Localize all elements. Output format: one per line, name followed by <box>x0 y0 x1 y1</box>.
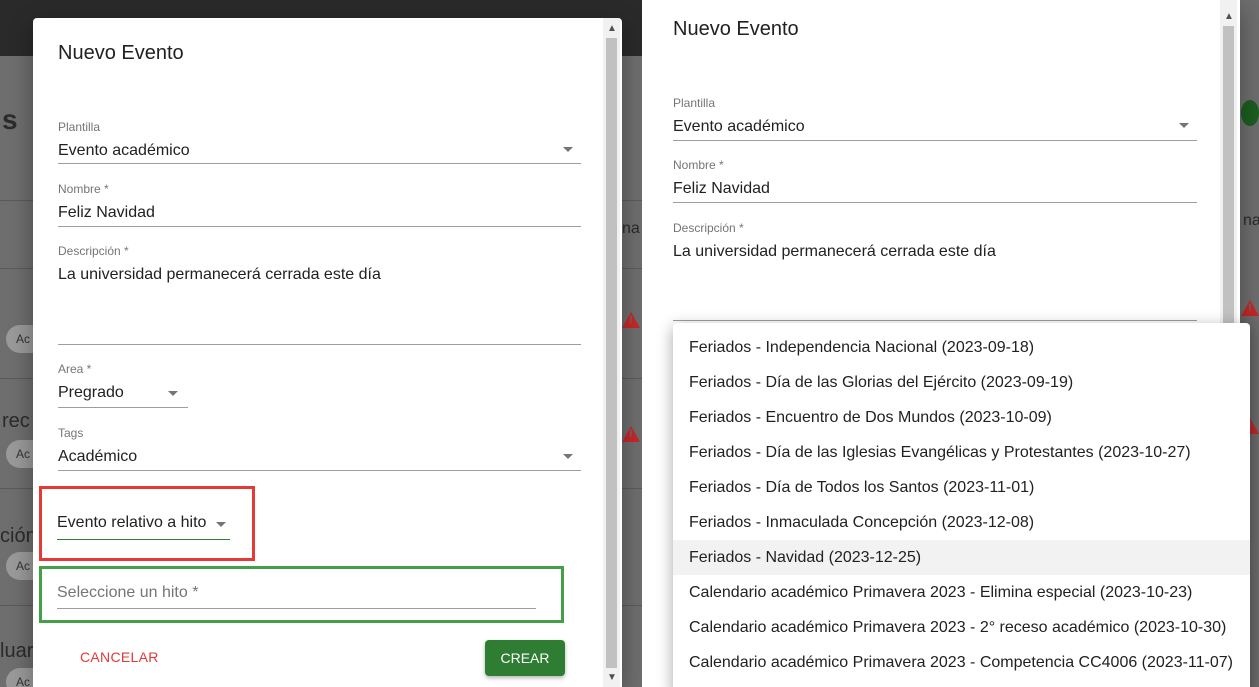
hito-option[interactable]: Feriados - Encuentro de Dos Mundos (2023… <box>673 400 1250 435</box>
field-underline <box>57 539 230 540</box>
descripcion-label: Descripción * <box>673 221 744 235</box>
hito-options-dropdown: Feriados - Independencia Nacional (2023-… <box>673 323 1250 687</box>
descripcion-value: La universidad permanecerá cerrada este … <box>673 243 996 260</box>
scroll-up-icon[interactable]: ▲ <box>607 24 617 34</box>
nombre-field[interactable]: Nombre * Feliz Navidad <box>673 158 1197 203</box>
field-underline <box>58 163 581 164</box>
chevron-down-icon[interactable] <box>1179 123 1189 128</box>
scroll-down-icon[interactable]: ▼ <box>607 673 617 683</box>
nombre-label: Nombre * <box>673 158 724 172</box>
descripcion-label: Descripción * <box>58 244 129 258</box>
hito-option[interactable]: Feriados - Día de las Iglesias Evangélic… <box>673 435 1250 470</box>
new-event-dialog: Nuevo Evento Plantilla Evento académico … <box>33 18 622 687</box>
scroll-up-icon[interactable]: ▲ <box>1224 12 1234 22</box>
hito-option[interactable]: Feriados - Día de Todos los Santos (2023… <box>673 470 1250 505</box>
hito-placeholder: Seleccione un hito * <box>57 584 199 601</box>
hito-option[interactable]: Calendario académico Primavera 2023 - 2°… <box>673 610 1250 645</box>
hito-option[interactable]: Calendario académico Primavera 2023 - El… <box>673 575 1250 610</box>
left-screenshot-panel: s na Ac rec Ac ción Ac luar Ac Nuevo Eve… <box>0 0 642 687</box>
chevron-down-icon[interactable] <box>168 391 178 396</box>
field-underline <box>58 470 581 471</box>
nombre-value: Feliz Navidad <box>673 180 770 197</box>
field-underline <box>58 344 581 345</box>
hito-option[interactable]: Feriados - Día de las Glorias del Ejérci… <box>673 365 1250 400</box>
plantilla-value: Evento académico <box>673 118 805 135</box>
warning-icon <box>622 312 640 328</box>
hito-option-hovered[interactable]: Feriados - Navidad (2023-12-25) <box>673 540 1250 575</box>
chevron-down-icon[interactable] <box>563 454 573 459</box>
tipo-evento-value: Evento relativo a hito <box>57 514 207 531</box>
tags-value: Académico <box>58 448 138 465</box>
background-status-dot <box>1241 100 1259 126</box>
chevron-down-icon[interactable] <box>216 522 226 527</box>
background-text-fragment: luar <box>0 640 34 662</box>
background-column-fragment: na <box>622 220 640 237</box>
nombre-field[interactable]: Nombre * Feliz Navidad <box>58 182 581 227</box>
tipo-evento-select[interactable]: Evento relativo a hito <box>57 514 230 540</box>
field-underline <box>58 407 188 408</box>
cancel-button[interactable]: CANCELAR <box>80 649 159 665</box>
area-label: Area * <box>58 362 92 376</box>
background-text-fragment: rec <box>2 410 30 432</box>
nombre-value: Feliz Navidad <box>58 204 155 221</box>
hito-option[interactable]: Feriados - Inmaculada Concepción (2023-1… <box>673 505 1250 540</box>
create-button[interactable]: CREAR <box>485 640 565 676</box>
plantilla-value: Evento académico <box>58 142 190 159</box>
hito-autocomplete-input[interactable]: Seleccione un hito * <box>57 584 536 609</box>
field-underline <box>58 226 581 227</box>
descripcion-textarea[interactable]: Descripción * La universidad permanecerá… <box>673 221 1197 321</box>
scrollbar-thumb[interactable] <box>606 38 617 668</box>
plantilla-label: Plantilla <box>673 96 716 110</box>
hito-option[interactable]: Feriados - Independencia Nacional (2023-… <box>673 330 1250 365</box>
dialog-scrollbar[interactable]: ▲ ▼ <box>603 18 620 687</box>
nombre-label: Nombre * <box>58 182 109 196</box>
dialog-title: Nuevo Evento <box>673 18 799 40</box>
hito-option[interactable]: Calendario académico Primavera 2023 - Co… <box>673 645 1250 680</box>
plantilla-select[interactable]: Plantilla Evento académico <box>673 96 1197 141</box>
field-underline <box>673 202 1197 203</box>
warning-icon <box>1241 300 1259 316</box>
descripcion-value: La universidad permanecerá cerrada este … <box>58 266 381 283</box>
plantilla-label: Plantilla <box>58 120 101 134</box>
background-heading-fragment: s <box>2 104 18 135</box>
tags-select[interactable]: Tags Académico <box>58 426 581 471</box>
background-column-fragment: na <box>1243 212 1259 229</box>
warning-icon <box>622 426 640 442</box>
right-screenshot-panel: na Nuevo Evento Plantilla Evento académi… <box>651 0 1259 687</box>
tags-label: Tags <box>58 426 84 440</box>
field-underline <box>673 140 1197 141</box>
chevron-down-icon[interactable] <box>563 147 573 152</box>
field-underline <box>673 320 1197 321</box>
plantilla-select[interactable]: Plantilla Evento académico <box>58 120 581 164</box>
dialog-title: Nuevo Evento <box>58 42 184 64</box>
field-underline <box>57 608 536 609</box>
area-select[interactable]: Area * Pregrado <box>58 362 188 408</box>
descripcion-textarea[interactable]: Descripción * La universidad permanecerá… <box>58 244 581 345</box>
background-text-fragment: ción <box>0 525 37 547</box>
